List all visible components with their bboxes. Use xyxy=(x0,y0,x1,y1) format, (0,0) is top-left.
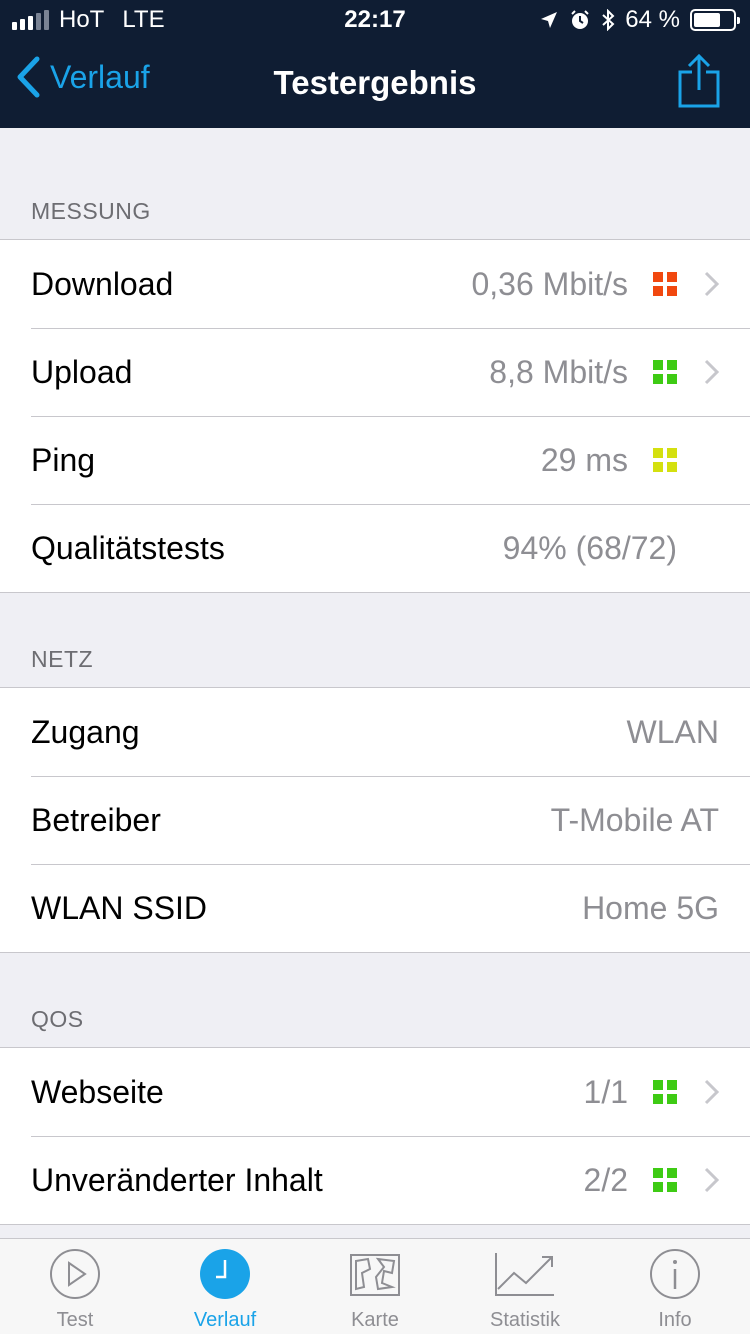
battery-icon xyxy=(690,9,740,31)
share-button[interactable] xyxy=(678,53,720,113)
row-label: WLAN SSID xyxy=(31,889,208,926)
info-icon xyxy=(650,1249,700,1299)
status-indicator-green xyxy=(653,360,677,384)
row-label: Zugang xyxy=(31,713,140,750)
clock-icon xyxy=(200,1249,250,1299)
tab-info[interactable]: Info xyxy=(600,1239,750,1334)
row-label: Betreiber xyxy=(31,801,161,838)
chevron-right-icon xyxy=(704,271,720,297)
row-download[interactable]: Download 0,36 Mbit/s xyxy=(0,240,750,328)
page-title: Testergebnis xyxy=(273,64,477,101)
row-zugang: Zugang WLAN xyxy=(0,688,750,776)
status-indicator-yellow xyxy=(653,448,677,472)
play-icon xyxy=(50,1249,100,1299)
tab-label: Statistik xyxy=(489,1309,561,1331)
row-value: WLAN xyxy=(626,713,719,750)
chevron-right-icon xyxy=(704,1079,720,1105)
row-value: 94% (68/72) xyxy=(502,529,677,566)
status-indicator-green xyxy=(653,1080,677,1104)
alarm-icon xyxy=(571,10,590,29)
row-ping: Ping 29 ms xyxy=(0,416,750,504)
row-label: Upload xyxy=(31,353,133,390)
row-value: Home 5G xyxy=(582,889,719,926)
tab-label: Karte xyxy=(351,1309,399,1331)
share-icon xyxy=(678,53,720,108)
tab-label: Test xyxy=(56,1309,94,1331)
tab-karte[interactable]: Karte xyxy=(300,1239,450,1334)
location-arrow-icon xyxy=(541,12,558,28)
tab-label: Info xyxy=(658,1309,692,1331)
section-header-qos: QOS xyxy=(31,1006,84,1032)
section-header-messung: MESSUNG xyxy=(31,198,151,224)
row-value: 8,8 Mbit/s xyxy=(489,353,628,390)
tab-statistik[interactable]: Statistik xyxy=(450,1239,600,1334)
row-upload[interactable]: Upload 8,8 Mbit/s xyxy=(0,328,750,416)
bluetooth-icon xyxy=(602,9,615,31)
row-webseite[interactable]: Webseite 1/1 xyxy=(0,1048,750,1136)
tab-bar: Test Verlauf Karte Statistik Info xyxy=(0,1238,750,1334)
chevron-right-icon xyxy=(704,359,720,385)
chart-icon xyxy=(495,1253,554,1296)
row-value: 1/1 xyxy=(583,1073,628,1110)
row-label: Webseite xyxy=(31,1073,164,1110)
row-value: 2/2 xyxy=(583,1161,628,1198)
chevron-right-icon xyxy=(704,1167,720,1193)
top-bar: HoT LTE 22:17 64 % Verlauf Testergebnis xyxy=(0,0,750,128)
row-label: Ping xyxy=(31,441,96,478)
row-label: Qualitätstests xyxy=(31,529,225,566)
row-value: T-Mobile AT xyxy=(550,801,719,838)
row-betreiber: Betreiber T-Mobile AT xyxy=(0,776,750,864)
row-qualitaetstests: Qualitätstests 94% (68/72) xyxy=(0,504,750,592)
row-wlan-ssid: WLAN SSID Home 5G xyxy=(0,864,750,952)
tab-label: Verlauf xyxy=(193,1309,257,1331)
netz-group: Zugang WLAN Betreiber T-Mobile AT WLAN S… xyxy=(0,687,750,953)
row-label: Unveränderter Inhalt xyxy=(31,1161,323,1198)
row-value: 0,36 Mbit/s xyxy=(471,265,628,302)
qos-group: Webseite 1/1 Unveränderter Inhalt 2/2 xyxy=(0,1047,750,1225)
status-bar: HoT LTE 22:17 64 % xyxy=(0,0,750,40)
battery-percent: 64 % xyxy=(625,6,680,33)
row-label: Download xyxy=(31,265,174,302)
tab-test[interactable]: Test xyxy=(0,1239,150,1334)
status-indicator-green xyxy=(653,1168,677,1192)
tab-verlauf[interactable]: Verlauf xyxy=(150,1239,300,1334)
section-header-netz: NETZ xyxy=(31,646,94,672)
status-indicator-red xyxy=(653,272,677,296)
messung-group: Download 0,36 Mbit/s Upload 8,8 Mbit/s P… xyxy=(0,239,750,593)
map-icon xyxy=(350,1254,400,1296)
row-value: 29 ms xyxy=(540,441,628,478)
row-unveraenderter-inhalt[interactable]: Unveränderter Inhalt 2/2 xyxy=(0,1136,750,1224)
